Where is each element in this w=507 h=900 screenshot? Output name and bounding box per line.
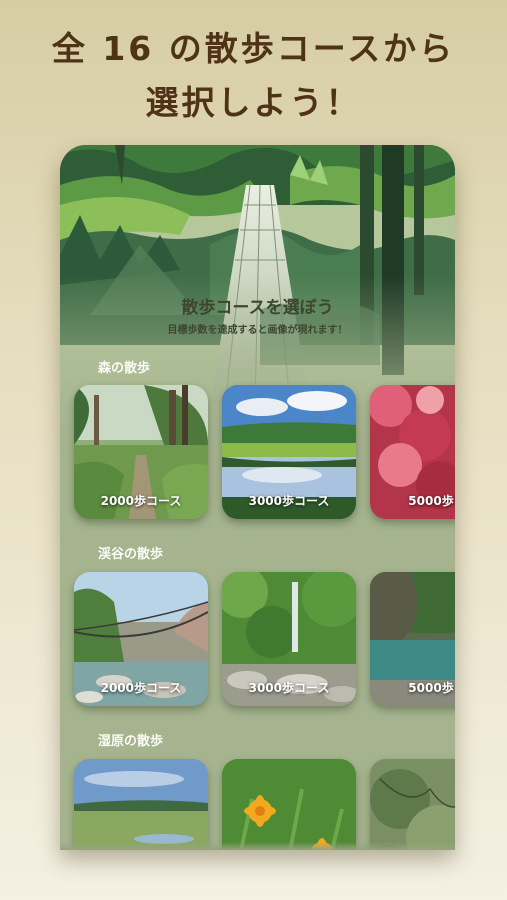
- section-label-marsh: 湿原の散歩: [98, 734, 164, 749]
- course-card-valley-5000[interactable]: 5000歩コ: [370, 572, 455, 706]
- course-row-marsh: [74, 759, 455, 850]
- course-card-marsh-1[interactable]: [74, 759, 208, 850]
- promo-headline-line1: 全 16 の散歩コースから: [51, 29, 456, 68]
- course-label: 2000歩コース: [100, 681, 182, 695]
- course-card-valley-2000[interactable]: 2000歩コース: [74, 572, 208, 706]
- section-label-forest: 森の散歩: [98, 361, 151, 376]
- course-card-forest-5000[interactable]: 5000歩コ: [370, 385, 455, 519]
- promo-headline-line2: 選択しよう！: [145, 83, 362, 122]
- app-title: 散歩コースを選ぼう: [181, 298, 334, 318]
- course-card-forest-2000[interactable]: 2000歩コース: [74, 385, 208, 519]
- course-card-marsh-2[interactable]: [222, 759, 356, 850]
- promo-headline: 全 16 の散歩コースから 選択しよう！: [0, 22, 507, 130]
- marsh-meadow-image: [74, 759, 208, 850]
- wetland-shrubs-image: [370, 759, 455, 850]
- course-row-valley: 2000歩コース 3000歩コース 5000歩: [74, 572, 455, 706]
- course-row-forest: 2000歩コース 3000歩コース 5000歩: [74, 385, 455, 519]
- day-lilies-image: [222, 759, 356, 850]
- course-label: 2000歩コース: [100, 494, 182, 508]
- course-label: 5000歩コ: [408, 681, 455, 695]
- course-label: 3000歩コース: [248, 681, 330, 695]
- course-label: 3000歩コース: [248, 494, 330, 508]
- app-screen: 散歩コースを選ぼう 目標歩数を達成すると画像が現れます！ 森の散歩 2000歩コ…: [60, 145, 455, 850]
- course-card-forest-3000[interactable]: 3000歩コース: [222, 385, 356, 519]
- course-card-valley-3000[interactable]: 3000歩コース: [222, 572, 356, 706]
- app-subtitle: 目標歩数を達成すると画像が現れます！: [167, 325, 348, 336]
- course-card-marsh-3[interactable]: [370, 759, 455, 850]
- course-label: 5000歩コ: [408, 494, 455, 508]
- section-label-valley: 渓谷の散歩: [98, 547, 164, 562]
